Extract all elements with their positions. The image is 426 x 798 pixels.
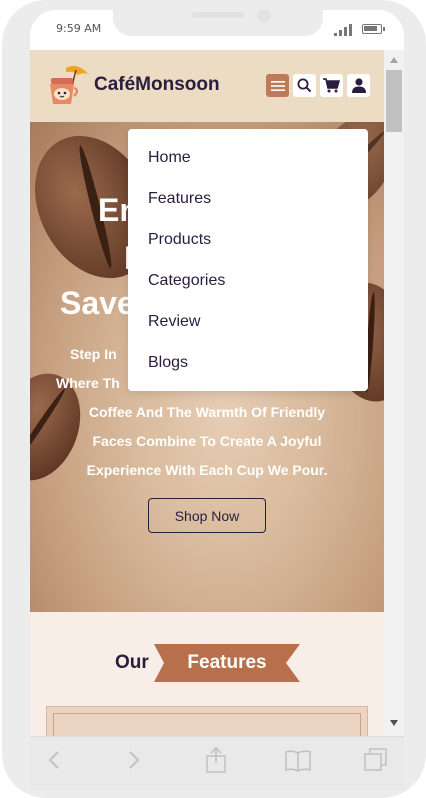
user-button[interactable] [347,74,370,97]
nav-item-categories[interactable]: Categories [128,260,368,301]
features-heading-label: Features [187,652,267,673]
scrollbar[interactable] [384,50,404,736]
feature-card [46,706,368,736]
battery-icon [362,24,385,34]
phone-frame: 9:59 AM CaféMonsoon En Save Step In Wher… [2,0,426,798]
feature-card-inner [53,713,361,736]
share-icon[interactable] [202,746,230,774]
scroll-down-arrow-icon[interactable] [390,720,398,726]
nav-item-home[interactable]: Home [128,137,368,178]
camera-icon [257,10,271,22]
scroll-up-arrow-icon[interactable] [390,57,398,63]
menu-button[interactable] [266,74,289,97]
browser-toolbar [30,736,404,790]
features-heading-prefix: Our [115,652,149,673]
signal-icon [334,24,352,36]
features-section: Our Features [30,612,384,736]
site-header: CaféMonsoon [30,50,384,122]
browser-viewport[interactable]: CaféMonsoon En Save Step In Where Th Cof… [30,50,404,736]
status-time: 9:59 AM [56,22,102,35]
status-bar: 9:59 AM [30,10,404,50]
search-icon [297,78,312,93]
header-actions [266,74,370,98]
nav-item-products[interactable]: Products [128,219,368,260]
hero-text-line: Experience With Each Cup We Pour. [86,462,328,478]
nav-item-blogs[interactable]: Blogs [128,342,368,383]
nav-dropdown-menu: Home Features Products Categories Review… [128,129,368,391]
forward-icon[interactable] [120,746,148,774]
back-icon[interactable] [40,746,68,774]
menu-icon [270,80,285,91]
shop-now-button[interactable]: Shop Now [148,498,266,533]
tabs-icon[interactable] [362,746,390,774]
cart-button[interactable] [320,74,343,97]
hero-title-line-3: Save [60,285,135,321]
cart-icon [323,78,340,93]
speaker-icon [191,12,245,18]
phone-screen: 9:59 AM CaféMonsoon En Save Step In Wher… [30,10,404,790]
hero-text-line: Coffee And The Warmth Of Friendly [88,404,326,420]
bookmarks-icon[interactable] [284,746,312,774]
nav-item-review[interactable]: Review [128,301,368,342]
notch [113,10,323,36]
logo-mascot-icon[interactable] [44,64,88,108]
hero-text-line: Faces Combine To Create A Joyful [92,433,322,449]
user-icon [351,78,366,93]
scrollbar-thumb[interactable] [386,70,402,132]
nav-item-features[interactable]: Features [128,178,368,219]
search-button[interactable] [293,74,316,97]
brand-name[interactable]: CaféMonsoon [94,74,220,96]
